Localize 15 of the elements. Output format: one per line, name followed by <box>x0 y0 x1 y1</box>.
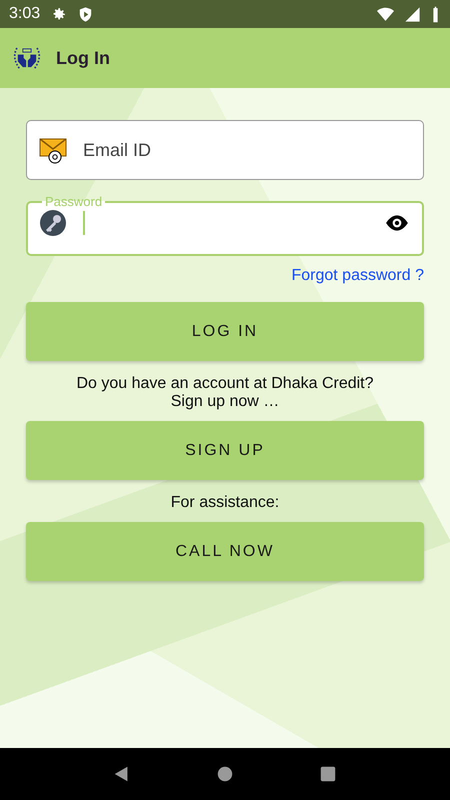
login-button[interactable]: LOG IN <box>26 302 424 361</box>
signup-prompt: Do you have an account at Dhaka Credit? Sign up now … <box>75 375 375 411</box>
assistance-text: For assistance: <box>170 494 280 512</box>
home-icon[interactable] <box>216 765 234 783</box>
call-now-button[interactable]: CALL NOW <box>26 522 424 581</box>
email-field[interactable]: Email ID <box>26 120 424 180</box>
signup-button[interactable]: SIGN UP <box>26 421 424 480</box>
battery-icon <box>431 6 440 22</box>
recents-icon[interactable] <box>319 765 338 783</box>
forgot-password-link[interactable]: Forgot password ? <box>291 267 424 285</box>
signal-icon <box>404 6 421 22</box>
key-icon <box>39 209 67 237</box>
wifi-icon <box>377 6 394 22</box>
status-time: 3:03 <box>9 5 40 23</box>
page-title: Log In <box>56 48 110 68</box>
